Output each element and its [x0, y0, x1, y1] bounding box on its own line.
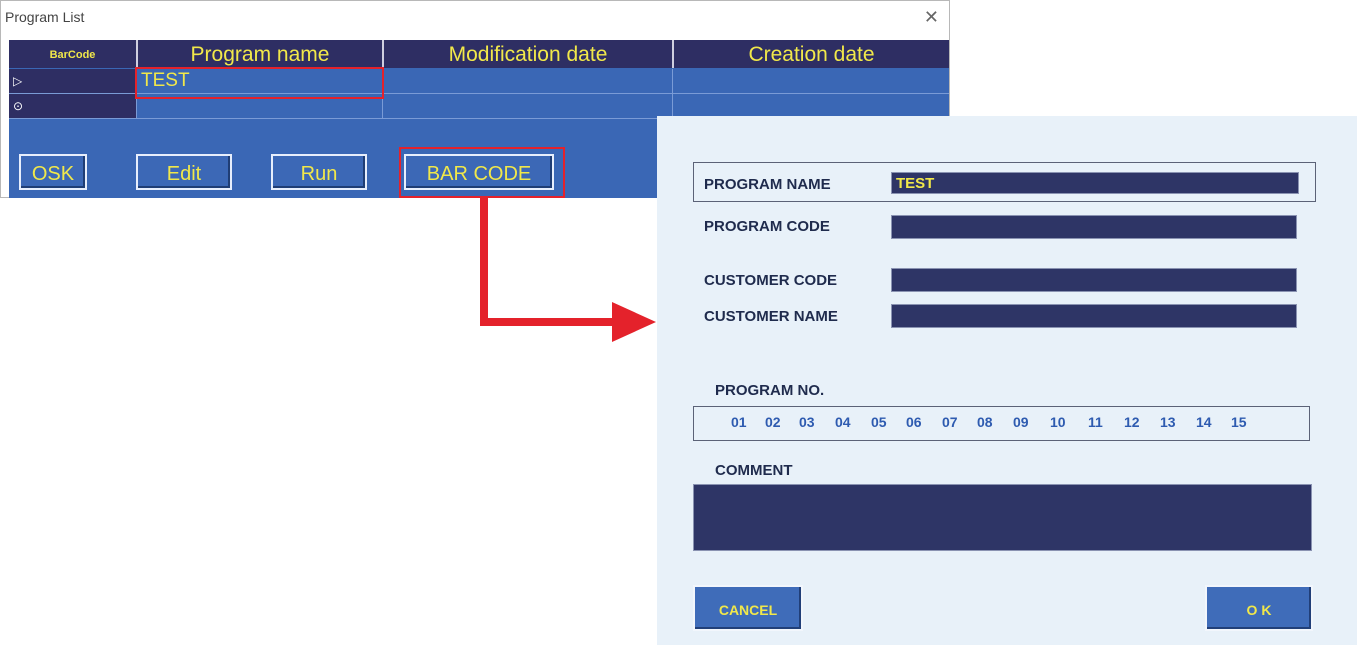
program-no-item[interactable]: 12: [1124, 414, 1140, 430]
program-no-item[interactable]: 11: [1088, 414, 1103, 430]
customer-code-label: CUSTOMER CODE: [704, 272, 838, 289]
program-no-item[interactable]: 14: [1196, 414, 1212, 430]
program-code-field[interactable]: [891, 215, 1297, 239]
program-no-item[interactable]: 06: [906, 414, 922, 430]
program-no-item[interactable]: 09: [1013, 414, 1029, 430]
program-name-label: PROGRAM NAME: [704, 176, 831, 193]
customer-code-field[interactable]: [891, 268, 1297, 292]
program-no-label: PROGRAM NO.: [715, 382, 825, 399]
program-no-item[interactable]: 15: [1231, 414, 1247, 430]
comment-label: COMMENT: [715, 462, 793, 479]
program-no-frame: [693, 406, 1310, 441]
program-no-item[interactable]: 10: [1050, 414, 1066, 430]
customer-name-field[interactable]: [891, 304, 1297, 328]
program-name-field[interactable]: TEST: [891, 172, 1299, 194]
customer-name-label: CUSTOMER NAME: [704, 308, 838, 325]
program-code-label: PROGRAM CODE: [704, 218, 830, 235]
ok-button[interactable]: O K: [1205, 585, 1313, 631]
program-no-item[interactable]: 04: [835, 414, 851, 430]
program-no-item[interactable]: 03: [799, 414, 815, 430]
program-no-item[interactable]: 05: [871, 414, 887, 430]
cancel-button[interactable]: CANCEL: [693, 585, 803, 631]
program-no-item[interactable]: 13: [1160, 414, 1176, 430]
program-no-item[interactable]: 07: [942, 414, 958, 430]
program-no-item[interactable]: 02: [765, 414, 781, 430]
program-no-item[interactable]: 08: [977, 414, 993, 430]
comment-field[interactable]: [693, 484, 1312, 551]
barcode-dialog: PROGRAM NAME TEST PROGRAM CODE CUSTOMER …: [657, 116, 1357, 645]
program-no-item[interactable]: 01: [731, 414, 747, 430]
